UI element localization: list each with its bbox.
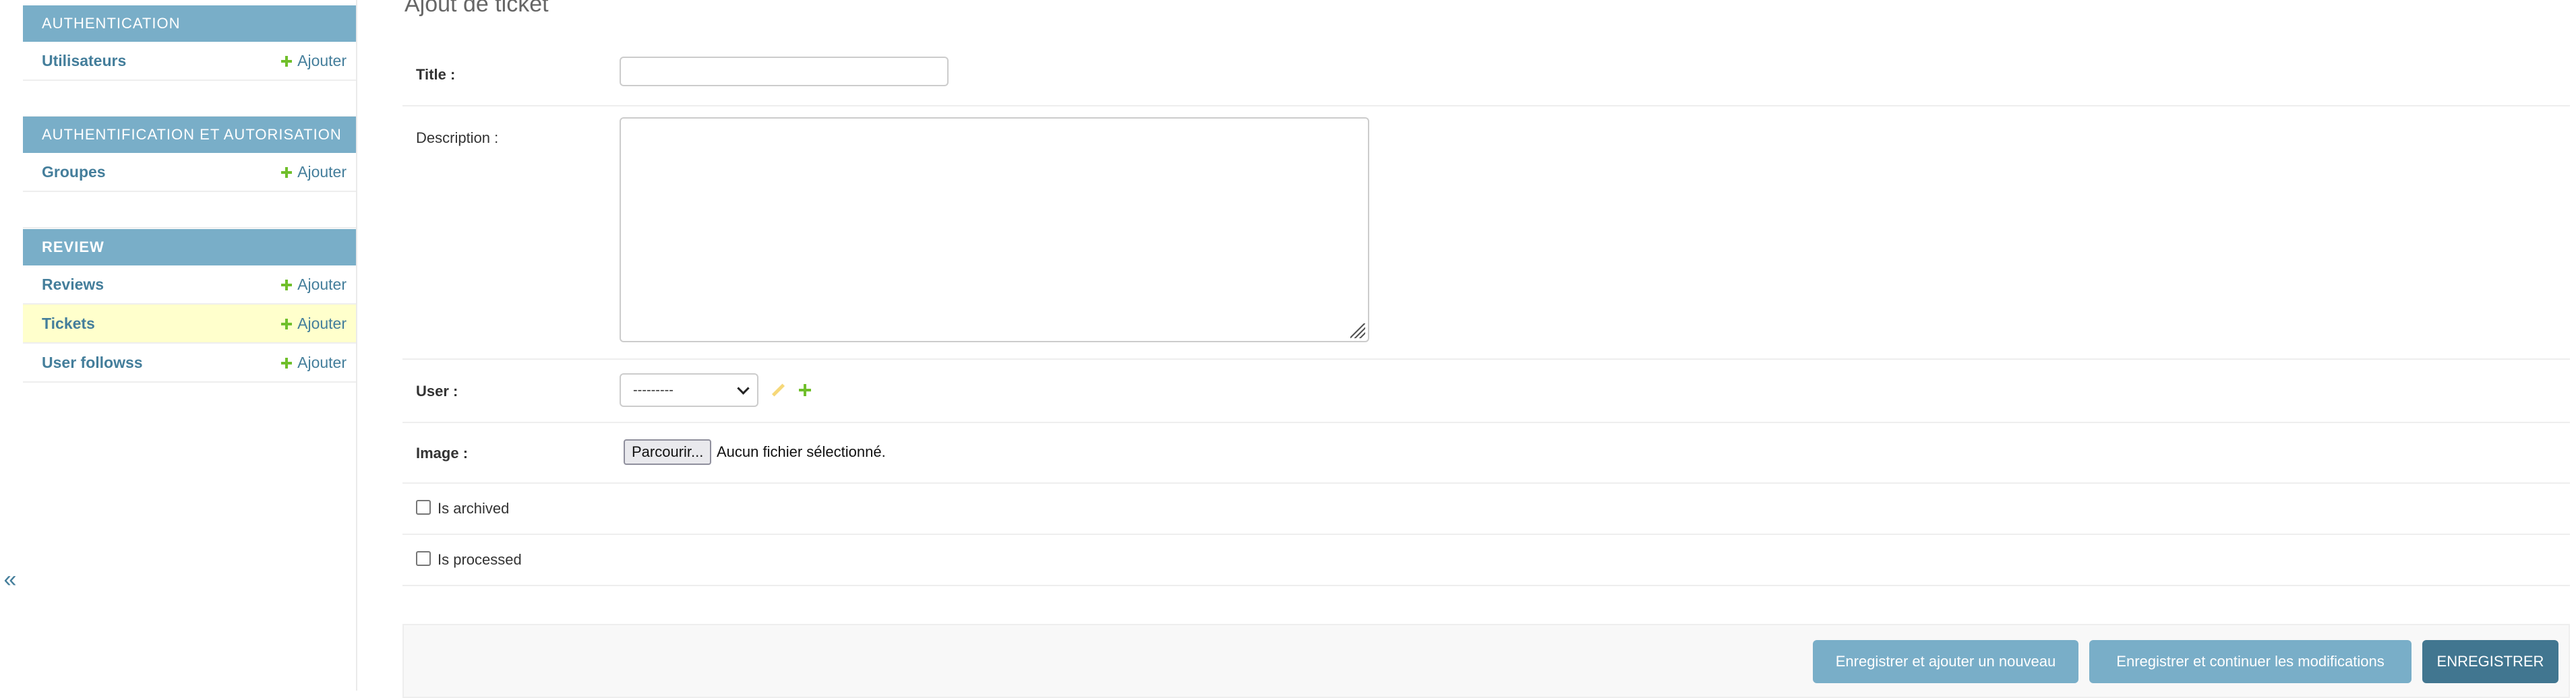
- model-link[interactable]: Utilisateurs: [42, 52, 126, 69]
- plus-icon: [281, 358, 293, 369]
- sidebar-item-tickets: Tickets Ajouter: [23, 305, 356, 344]
- module-spacer: [23, 81, 356, 117]
- save-button[interactable]: ENREGISTRER: [2422, 640, 2558, 683]
- form-row-user: User : ---------: [402, 360, 2570, 423]
- sidebar-item-utilisateurs: Utilisateurs Ajouter: [23, 42, 356, 81]
- user-select-value: ---------: [633, 383, 673, 398]
- module-header[interactable]: REVIEW: [23, 229, 356, 265]
- main-content: Ajout de ticket Title : Description : Us…: [402, 0, 2570, 698]
- save-and-add-another-button[interactable]: Enregistrer et ajouter un nouveau: [1813, 640, 2078, 683]
- add-link-label: Ajouter: [297, 315, 347, 332]
- title-label: Title :: [416, 66, 456, 83]
- module-review: REVIEW Reviews Ajouter Tickets Ajouter U…: [23, 229, 356, 383]
- is-archived-label[interactable]: Is archived: [438, 500, 509, 517]
- model-link[interactable]: Groupes: [42, 163, 106, 181]
- add-link[interactable]: Ajouter: [281, 153, 347, 191]
- add-link[interactable]: Ajouter: [281, 42, 347, 80]
- add-link[interactable]: Ajouter: [281, 344, 347, 381]
- module-header[interactable]: AUTHENTICATION: [23, 5, 356, 42]
- form-row-title: Title :: [402, 40, 2570, 106]
- browse-file-button[interactable]: Parcourir...: [624, 439, 712, 465]
- plus-icon: [281, 167, 293, 178]
- description-label: Description :: [416, 129, 499, 146]
- submit-row: Enregistrer et ajouter un nouveau Enregi…: [402, 624, 2570, 698]
- form-row-description: Description :: [402, 106, 2570, 360]
- file-status-text: Aucun fichier sélectionné.: [717, 443, 886, 460]
- model-link[interactable]: User followss: [42, 354, 143, 371]
- sidebar: AUTHENTICATION Utilisateurs Ajouter AUTH…: [23, 0, 357, 691]
- description-textarea[interactable]: [620, 117, 1369, 342]
- plus-icon: [281, 56, 293, 67]
- add-link[interactable]: Ajouter: [281, 265, 347, 303]
- add-link-label: Ajouter: [297, 276, 347, 293]
- sidebar-item-user-followss: User followss Ajouter: [23, 344, 356, 383]
- resize-grip-icon[interactable]: [1350, 323, 1365, 338]
- module-header[interactable]: AUTHENTIFICATION ET AUTORISATION: [23, 117, 356, 153]
- is-archived-checkbox[interactable]: [416, 500, 431, 515]
- add-link-label: Ajouter: [297, 163, 347, 181]
- module-authentication: AUTHENTICATION Utilisateurs Ajouter: [23, 5, 356, 117]
- form-row-is-archived: Is archived: [402, 484, 2570, 535]
- model-link[interactable]: Tickets: [42, 315, 95, 332]
- title-input[interactable]: [620, 57, 949, 86]
- module-auth-autorisation: AUTHENTIFICATION ET AUTORISATION Groupes…: [23, 117, 356, 228]
- is-processed-checkbox[interactable]: [416, 551, 431, 566]
- form-row-image: Image : Parcourir... Aucun fichier sélec…: [402, 423, 2570, 484]
- user-label: User :: [416, 383, 458, 400]
- add-link[interactable]: Ajouter: [281, 305, 347, 342]
- chevron-down-icon: [737, 382, 750, 395]
- sidebar-item-reviews: Reviews Ajouter: [23, 265, 356, 305]
- edit-related-pencil-icon[interactable]: [771, 383, 785, 398]
- image-label: Image :: [416, 445, 469, 462]
- form-row-is-processed: Is processed: [402, 535, 2570, 586]
- plus-icon: [281, 280, 293, 290]
- sidebar-item-groupes: Groupes Ajouter: [23, 153, 356, 192]
- module-spacer: [23, 192, 356, 228]
- plus-icon: [281, 319, 293, 329]
- page-title: Ajout de ticket: [405, 0, 549, 17]
- save-and-continue-button[interactable]: Enregistrer et continuer les modificatio…: [2089, 640, 2412, 683]
- add-link-label: Ajouter: [297, 52, 347, 69]
- user-select[interactable]: ---------: [620, 373, 758, 407]
- toggle-nav-sidebar-button[interactable]: «: [0, 566, 20, 593]
- model-link[interactable]: Reviews: [42, 276, 104, 293]
- add-link-label: Ajouter: [297, 354, 347, 371]
- is-processed-label[interactable]: Is processed: [438, 551, 522, 569]
- add-related-plus-icon[interactable]: [799, 384, 811, 396]
